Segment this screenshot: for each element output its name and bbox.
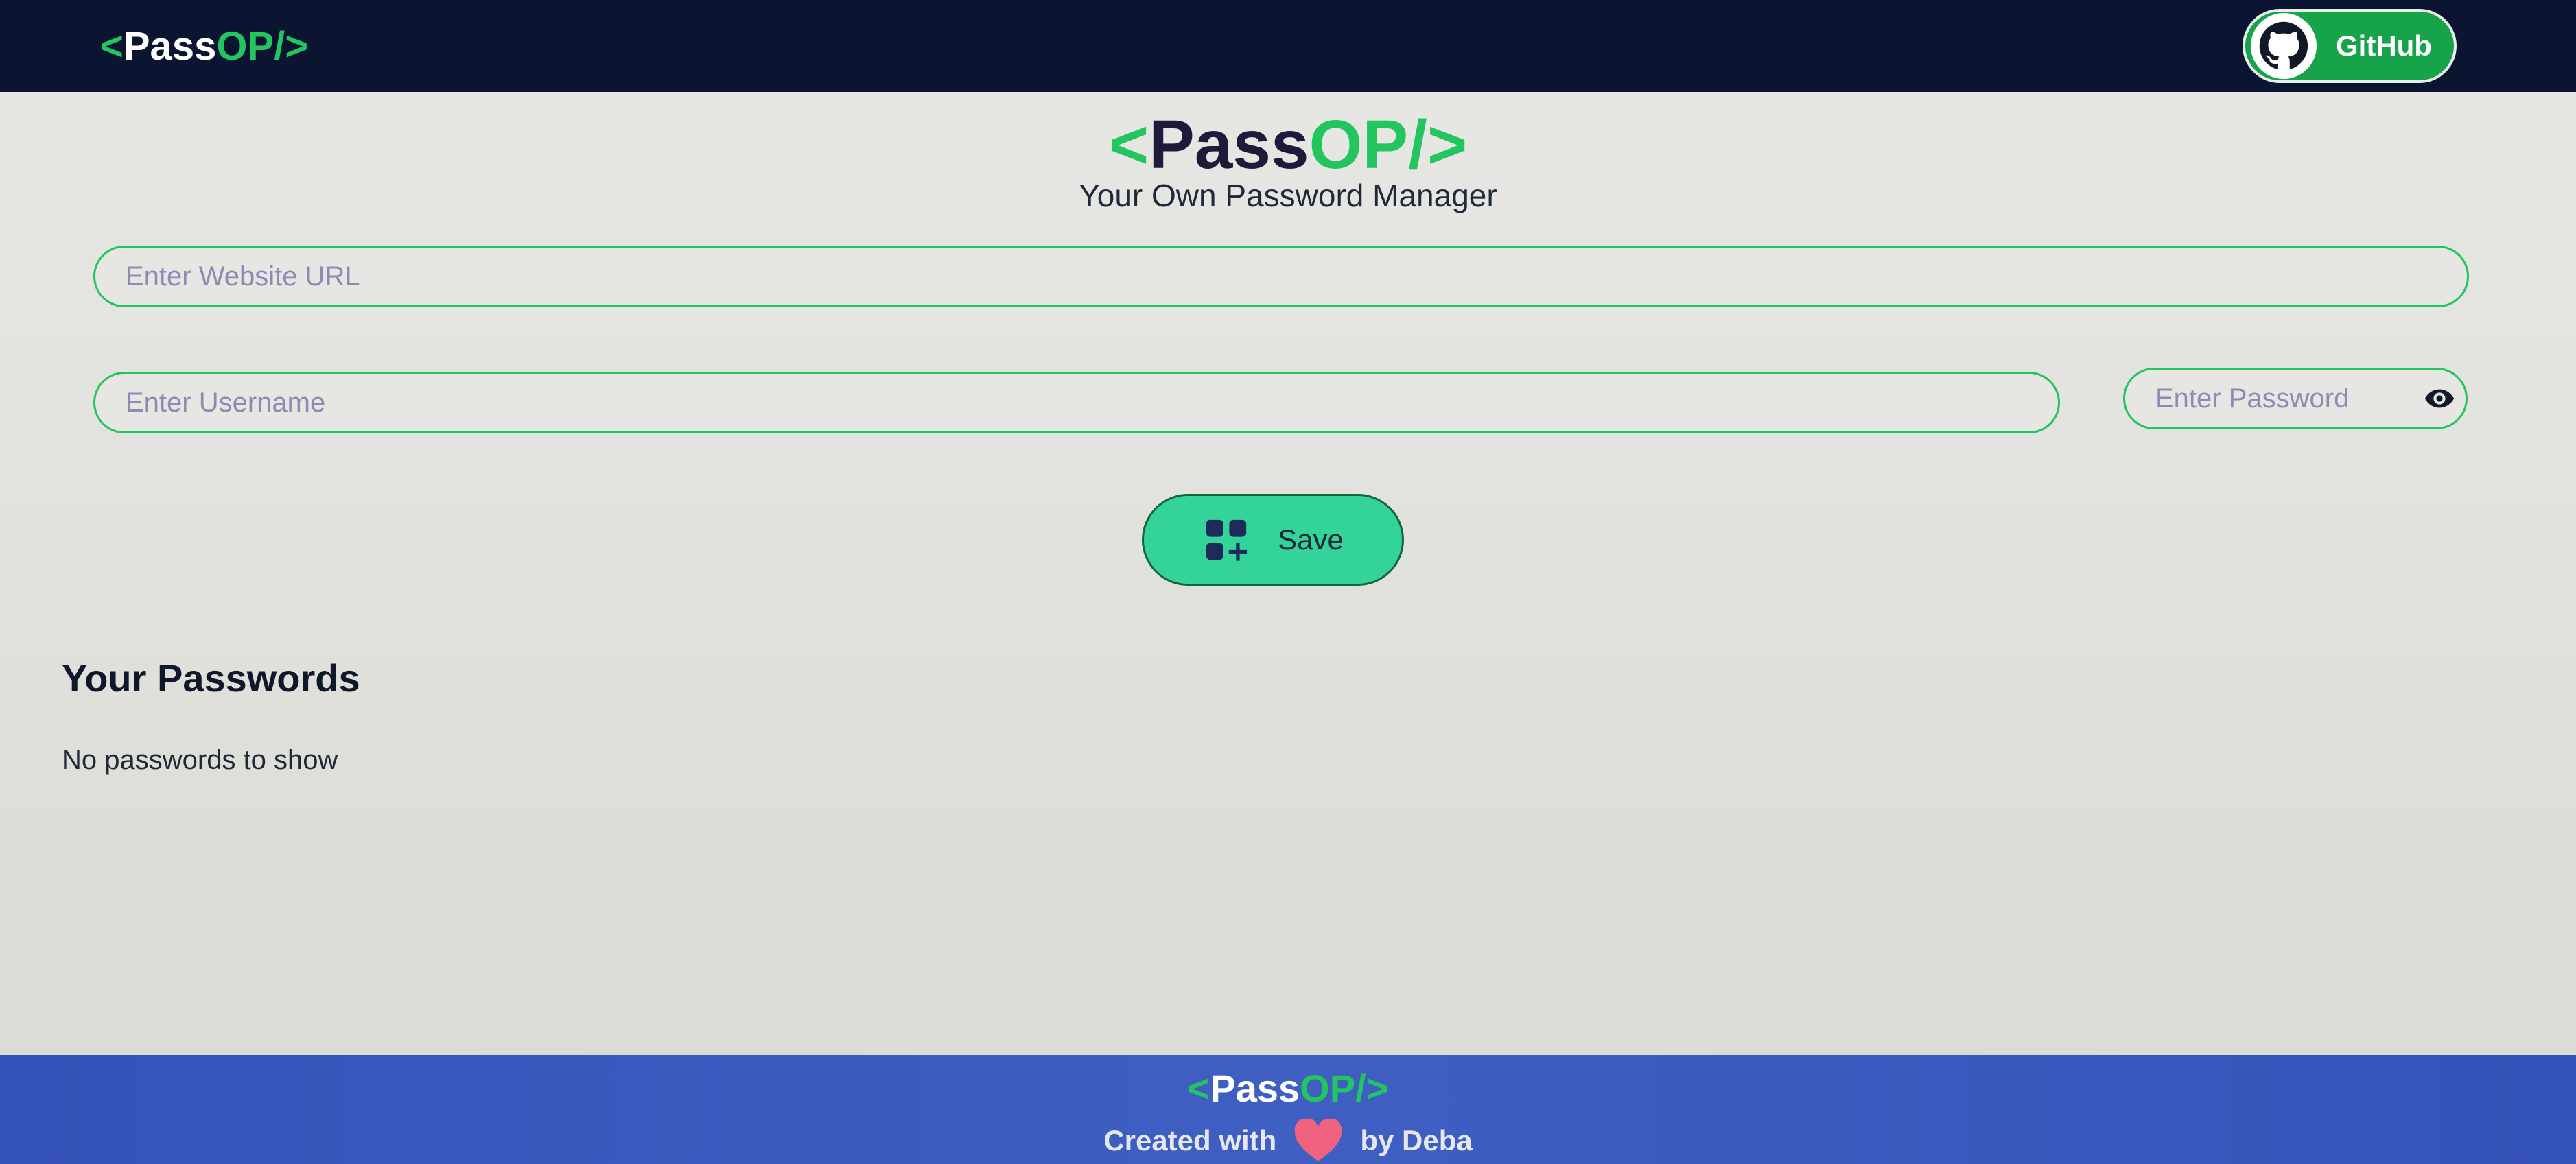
main-content: < Pass OP/ > Your Own Password Manager S…	[0, 92, 2576, 1055]
save-button[interactable]: Save	[1142, 494, 1404, 586]
add-grid-icon	[1202, 516, 1250, 564]
github-icon	[2251, 13, 2317, 79]
navbar: < Pass OP/ > GitHub	[0, 0, 2576, 92]
logo-close-bracket: >	[1366, 1067, 1389, 1110]
empty-passwords-message: No passwords to show	[62, 745, 338, 775]
logo-pass-text: Pass	[123, 23, 217, 69]
github-label: GitHub	[2336, 29, 2432, 62]
footer: < Pass OP/ > Created with by Deba	[0, 1055, 2576, 1164]
logo-pass-text: Pass	[1210, 1067, 1300, 1110]
footer-logo: < Pass OP/ >	[0, 1066, 2576, 1110]
logo-open-bracket: <	[100, 23, 124, 69]
tagline: Your Own Password Manager	[1079, 178, 1497, 213]
header-logo: < Pass OP/ >	[0, 106, 2576, 185]
author-text: by Deba	[1360, 1124, 1473, 1156]
save-label: Save	[1278, 523, 1344, 556]
heart-icon	[1293, 1119, 1344, 1162]
nav-logo[interactable]: < Pass OP/ >	[100, 23, 308, 69]
logo-close-bracket: >	[1427, 106, 1468, 183]
logo-pass-text: Pass	[1149, 106, 1309, 183]
logo-open-bracket: <	[1108, 106, 1149, 183]
logo-op-text: OP/	[1309, 106, 1427, 183]
footer-credit: Created with by Deba	[0, 1119, 2576, 1162]
logo-op-text: OP/	[1300, 1067, 1366, 1110]
logo-open-bracket: <	[1187, 1067, 1210, 1110]
eye-icon[interactable]	[2424, 383, 2455, 414]
passwords-title: Your Passwords	[62, 656, 360, 700]
github-button[interactable]: GitHub	[2243, 9, 2457, 83]
created-with-text: Created with	[1103, 1124, 1277, 1156]
password-input[interactable]	[2123, 368, 2468, 429]
logo-op-text: OP/	[216, 23, 285, 69]
website-url-input[interactable]	[93, 246, 2469, 307]
username-input[interactable]	[93, 372, 2060, 433]
password-field	[2123, 368, 2468, 429]
logo-close-bracket: >	[285, 23, 309, 69]
